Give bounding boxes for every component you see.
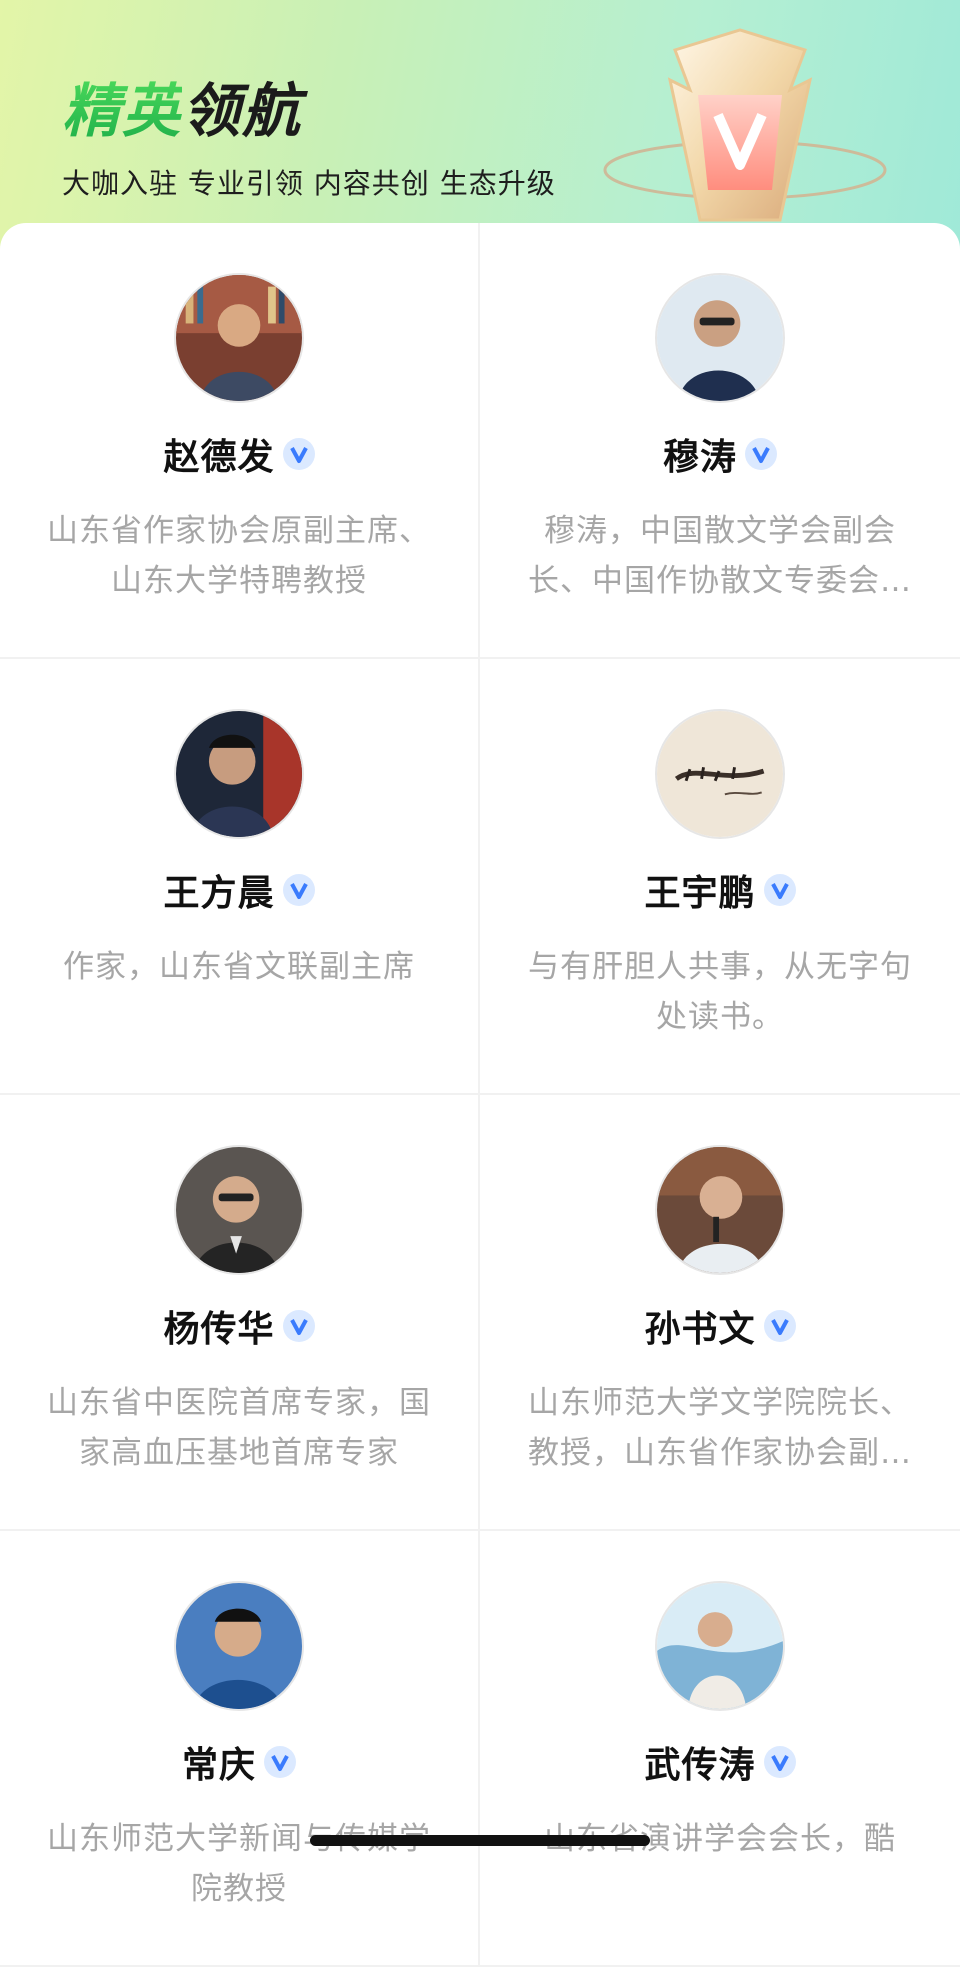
expert-card[interactable]: 王宇鹏 与有肝胆人共事，从无字句处读书。 (480, 659, 960, 1095)
expert-name: 杨传华 (163, 1309, 275, 1350)
expert-card[interactable]: 赵德发 山东省作家协会原副主席、山东大学特聘教授 (0, 223, 480, 659)
expert-name: 孙书文 (644, 1309, 756, 1350)
verified-icon (282, 874, 315, 906)
avatar[interactable] (655, 709, 785, 839)
expert-name: 常庆 (181, 1745, 256, 1786)
experts-panel: 赵德发 山东省作家协会原副主席、山东大学特聘教授 穆涛 穆涛，中国散文学会副会长… (0, 223, 960, 1967)
expert-card[interactable]: 武传涛 山东省演讲学会会长，酷 (480, 1531, 960, 1967)
name-row: 常庆 (0, 1738, 478, 1786)
verified-icon (282, 1310, 315, 1342)
name-row: 赵德发 (0, 430, 478, 478)
home-indicator[interactable] (310, 1835, 650, 1846)
trophy-illustration (603, 28, 887, 222)
expert-name: 王方晨 (163, 873, 275, 914)
expert-description: 山东省中医院首席专家，国家高血压基地首席专家 (47, 1385, 431, 1471)
name-row: 穆涛 (480, 430, 960, 478)
avatar[interactable] (174, 709, 304, 839)
expert-name: 穆涛 (662, 437, 737, 478)
name-row: 杨传华 (0, 1302, 478, 1350)
page-title: 精英领航 (62, 66, 302, 156)
page-subtitle: 大咖入驻 专业引领 内容共创 生态升级 (62, 167, 556, 200)
expert-description: 山东省作家协会原副主席、山东大学特聘教授 (47, 513, 431, 599)
title-accent: 精英 (62, 77, 183, 145)
verified-icon (763, 1746, 796, 1778)
expert-card[interactable]: 王方晨 作家，山东省文联副主席 (0, 659, 480, 1095)
avatar[interactable] (655, 273, 785, 403)
avatar[interactable] (174, 1581, 304, 1711)
expert-description: 山东师范大学文学院院长、教授，山东省作家协会副主席 (528, 1385, 912, 1471)
avatar[interactable] (174, 1145, 304, 1275)
verified-icon (282, 438, 315, 470)
expert-description: 穆涛，中国散文学会副会长、中国作协散文专委会委员 (528, 513, 912, 599)
name-row: 武传涛 (480, 1738, 960, 1786)
expert-description: 山东师范大学新闻与传媒学院教授 (47, 1821, 431, 1907)
expert-card[interactable]: 穆涛 穆涛，中国散文学会副会长、中国作协散文专委会委员 (480, 223, 960, 659)
expert-name: 武传涛 (644, 1745, 756, 1786)
expert-card[interactable]: 常庆 山东师范大学新闻与传媒学院教授 (0, 1531, 480, 1967)
expert-card[interactable]: 孙书文 山东师范大学文学院院长、教授，山东省作家协会副主席 (480, 1095, 960, 1531)
name-row: 王宇鹏 (480, 866, 960, 914)
expert-name: 王宇鹏 (644, 873, 756, 914)
verified-icon (745, 438, 777, 470)
avatar[interactable] (655, 1145, 785, 1275)
verified-icon (264, 1746, 296, 1778)
name-row: 王方晨 (0, 866, 478, 914)
name-row: 孙书文 (480, 1302, 960, 1350)
title-rest: 领航 (182, 77, 303, 145)
expert-description: 作家，山东省文联副主席 (63, 949, 415, 985)
avatar[interactable] (174, 273, 304, 403)
expert-description: 与有肝胆人共事，从无字句处读书。 (528, 949, 912, 1035)
avatar[interactable] (655, 1581, 785, 1711)
verified-icon (763, 1310, 796, 1342)
experts-grid: 赵德发 山东省作家协会原副主席、山东大学特聘教授 穆涛 穆涛，中国散文学会副会长… (0, 223, 960, 1967)
verified-icon (763, 874, 796, 906)
expert-name: 赵德发 (163, 437, 275, 478)
expert-card[interactable]: 杨传华 山东省中医院首席专家，国家高血压基地首席专家 (0, 1095, 480, 1531)
